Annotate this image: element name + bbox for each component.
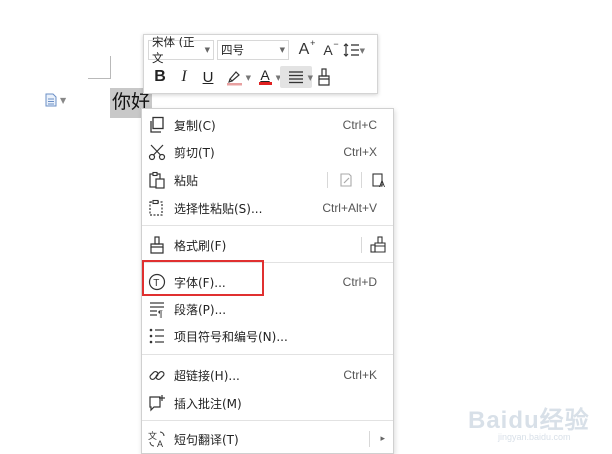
toolbar-row-style: B I U ▼ A ▼ ▼ <box>148 65 373 89</box>
divider <box>327 172 328 188</box>
chevron-right-icon: ▸ <box>380 434 385 444</box>
menu-item-label: 短句翻译(T) <box>174 432 239 447</box>
format-painter-icon <box>150 236 164 254</box>
svg-text:A: A <box>157 439 163 448</box>
underline-button[interactable]: U <box>196 66 220 88</box>
format-painter-lock-icon[interactable] <box>370 236 388 254</box>
menu-item-label: 粘贴 <box>174 173 199 188</box>
menu-item-bullets-numbering[interactable]: 项目符号和编号(N)... <box>142 323 393 349</box>
align-justify-icon <box>289 71 303 84</box>
divider <box>361 237 362 253</box>
bold-icon: B <box>154 68 166 85</box>
menu-item-label: 剪切(T) <box>174 145 215 160</box>
chevron-down-icon: ▼ <box>204 46 210 54</box>
menu-item-translate[interactable]: 文 A 短句翻译(T) ▸ <box>142 426 393 452</box>
paste-icon <box>149 171 165 189</box>
menu-item-cut[interactable]: 剪切(T) Ctrl+X <box>142 139 393 165</box>
menu-item-hyperlink[interactable]: 超链接(H)... Ctrl+K <box>142 362 393 388</box>
bullet-list-icon <box>149 328 164 344</box>
italic-button[interactable]: I <box>172 66 196 88</box>
menu-separator <box>142 225 393 226</box>
menu-separator <box>142 354 393 355</box>
paste-keep-format-icon[interactable]: A <box>371 172 387 188</box>
divider <box>361 172 362 188</box>
menu-item-label: 格式刷(F) <box>174 238 227 253</box>
line-spacing-icon <box>343 43 359 57</box>
paragraph-icon: ¶ <box>150 302 164 318</box>
paste-text-only-icon[interactable] <box>338 172 354 188</box>
font-color-icon: A <box>258 67 272 85</box>
menu-item-label: 插入批注(M) <box>174 396 242 411</box>
menu-separator <box>142 420 393 421</box>
alignment-button[interactable]: ▼ <box>280 66 313 88</box>
comment-add-icon <box>149 395 165 412</box>
underline-icon: U <box>202 68 214 86</box>
font-size-select[interactable]: 四号 ▼ <box>217 40 289 60</box>
increase-font-size-button[interactable]: A + <box>292 38 316 61</box>
font-color-button[interactable]: A ▼ <box>250 66 281 88</box>
bold-button[interactable]: B <box>148 66 172 88</box>
font-name-value: 宋体 (正文 <box>152 35 195 65</box>
menu-item-shortcut: Ctrl+X <box>343 145 377 159</box>
divider <box>369 431 370 447</box>
line-spacing-button[interactable]: ▼ <box>340 39 365 61</box>
svg-text:A: A <box>379 179 385 188</box>
menu-item-label: 段落(P)... <box>174 302 227 317</box>
chevron-down-icon: ▼ <box>279 46 285 54</box>
italic-icon: I <box>181 68 187 85</box>
floating-format-toolbar: 宋体 (正文 ▼ 四号 ▼ A + A − ▼ B I U ▼ A ▼ ▼ <box>143 34 378 94</box>
menu-item-format-painter[interactable]: 格式刷(F) <box>142 232 393 258</box>
paragraph-options-button[interactable]: ▼ <box>45 92 69 108</box>
menu-item-paste[interactable]: 粘贴 A <box>142 167 393 193</box>
menu-item-insert-comment[interactable]: 插入批注(M) <box>142 390 393 416</box>
page-margin-mark-vertical <box>110 56 111 79</box>
page-margin-mark-horizontal <box>88 78 111 79</box>
menu-item-label: 超链接(H)... <box>174 368 240 383</box>
svg-text:¶: ¶ <box>158 309 163 318</box>
menu-item-label: 项目符号和编号(N)... <box>174 329 288 344</box>
link-icon <box>149 370 165 381</box>
menu-item-shortcut: Ctrl+Alt+V <box>322 201 377 215</box>
menu-item-label: 复制(C) <box>174 118 216 133</box>
paste-special-icon <box>149 199 163 216</box>
chevron-down-icon: ▼ <box>359 47 365 55</box>
baidu-watermark: Baidu经验 jingyan.baidu.com <box>468 394 608 450</box>
document-icon <box>45 93 57 107</box>
font-size-value: 四号 <box>221 43 244 57</box>
highlight-color-button[interactable]: ▼ <box>220 66 251 88</box>
format-painter-icon <box>318 68 330 86</box>
highlighter-icon <box>227 71 242 86</box>
decrease-font-size-button[interactable]: A − <box>316 39 340 61</box>
menu-item-shortcut: Ctrl+K <box>343 368 377 382</box>
copy-icon <box>150 116 164 133</box>
scissors-icon <box>148 144 166 161</box>
font-name-select[interactable]: 宋体 (正文 ▼ <box>148 35 214 65</box>
menu-item-copy[interactable]: 复制(C) Ctrl+C <box>142 112 393 138</box>
menu-item-shortcut: Ctrl+D <box>342 275 377 289</box>
chevron-down-icon: ▼ <box>60 95 67 105</box>
menu-item-label: 选择性粘贴(S)... <box>174 201 263 216</box>
menu-item-shortcut: Ctrl+C <box>342 118 377 132</box>
decrease-font-icon: A − <box>323 39 339 58</box>
toolbar-row-font: 宋体 (正文 ▼ 四号 ▼ A + A − ▼ <box>148 35 373 65</box>
svg-text:文: 文 <box>148 430 157 442</box>
watermark-subtext: jingyan.baidu.com <box>498 432 571 442</box>
watermark-text: Baidu经验 <box>468 407 590 434</box>
annotation-highlight-box <box>142 260 264 296</box>
translate-icon: 文 A <box>148 430 165 448</box>
increase-font-icon: A + <box>298 38 316 58</box>
menu-item-paste-special[interactable]: 选择性粘贴(S)... Ctrl+Alt+V <box>142 195 393 221</box>
menu-item-paragraph[interactable]: ¶ 段落(P)... <box>142 296 393 322</box>
format-painter-button[interactable] <box>312 66 336 88</box>
